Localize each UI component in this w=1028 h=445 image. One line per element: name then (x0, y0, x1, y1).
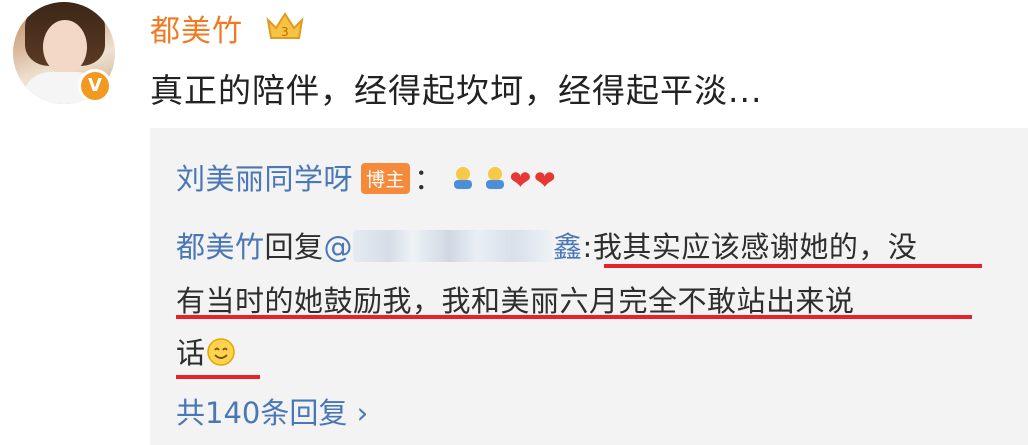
reply-line-1: 都美竹回复@ 鑫:我其实应该感谢她的，没 (176, 224, 917, 266)
quoted-comment-box[interactable]: 刘美丽同学呀 博主： ❤❤ 都美竹回复@ 鑫:我其实应该感谢她的，没 有当时的她鼓励我… (150, 128, 1028, 445)
reply-text-line1: :我其实应该感谢她的，没 (582, 230, 918, 264)
blurred-mention (353, 230, 554, 262)
red-underline (176, 315, 972, 319)
reply-text-line3: 话 (176, 336, 206, 370)
smile-emoji-icon (206, 338, 235, 366)
post-text: 真正的陪伴，经得起坎坷，经得起平淡... (150, 71, 763, 110)
svg-text:3: 3 (281, 25, 289, 39)
heart-icon: ❤ (509, 166, 532, 196)
quote-author-line: 刘美丽同学呀 博主： ❤❤ (176, 156, 556, 198)
mention-start[interactable]: @ (324, 230, 354, 264)
more-replies-link[interactable]: 共140条回复 › (176, 390, 368, 432)
post-username[interactable]: 都美竹 (150, 6, 243, 50)
crown-icon: 3 (266, 12, 304, 39)
red-underline (604, 264, 982, 268)
author-tag-badge: 博主 (361, 162, 411, 194)
quote-colon: ： (414, 162, 444, 196)
reply-line-2: 有当时的她鼓励我，我和美丽六月完全不敢站出来说 (176, 284, 855, 318)
hug-emoji-icon (485, 167, 504, 189)
reply-line-3: 话 (176, 330, 236, 372)
mention-end[interactable]: 鑫 (553, 230, 583, 264)
reply-author-name[interactable]: 都美竹 (176, 230, 265, 264)
verified-badge-icon: V (78, 69, 112, 103)
avatar-face (43, 20, 87, 74)
red-underline (176, 375, 260, 379)
chevron-right-icon: › (356, 396, 369, 430)
more-replies-label: 共140条回复 (176, 396, 357, 430)
heart-icon: ❤ (533, 166, 557, 196)
reply-word: 回复 (264, 230, 324, 264)
hug-emoji-icon (453, 167, 472, 189)
quote-author-name[interactable]: 刘美丽同学呀 (176, 162, 353, 196)
